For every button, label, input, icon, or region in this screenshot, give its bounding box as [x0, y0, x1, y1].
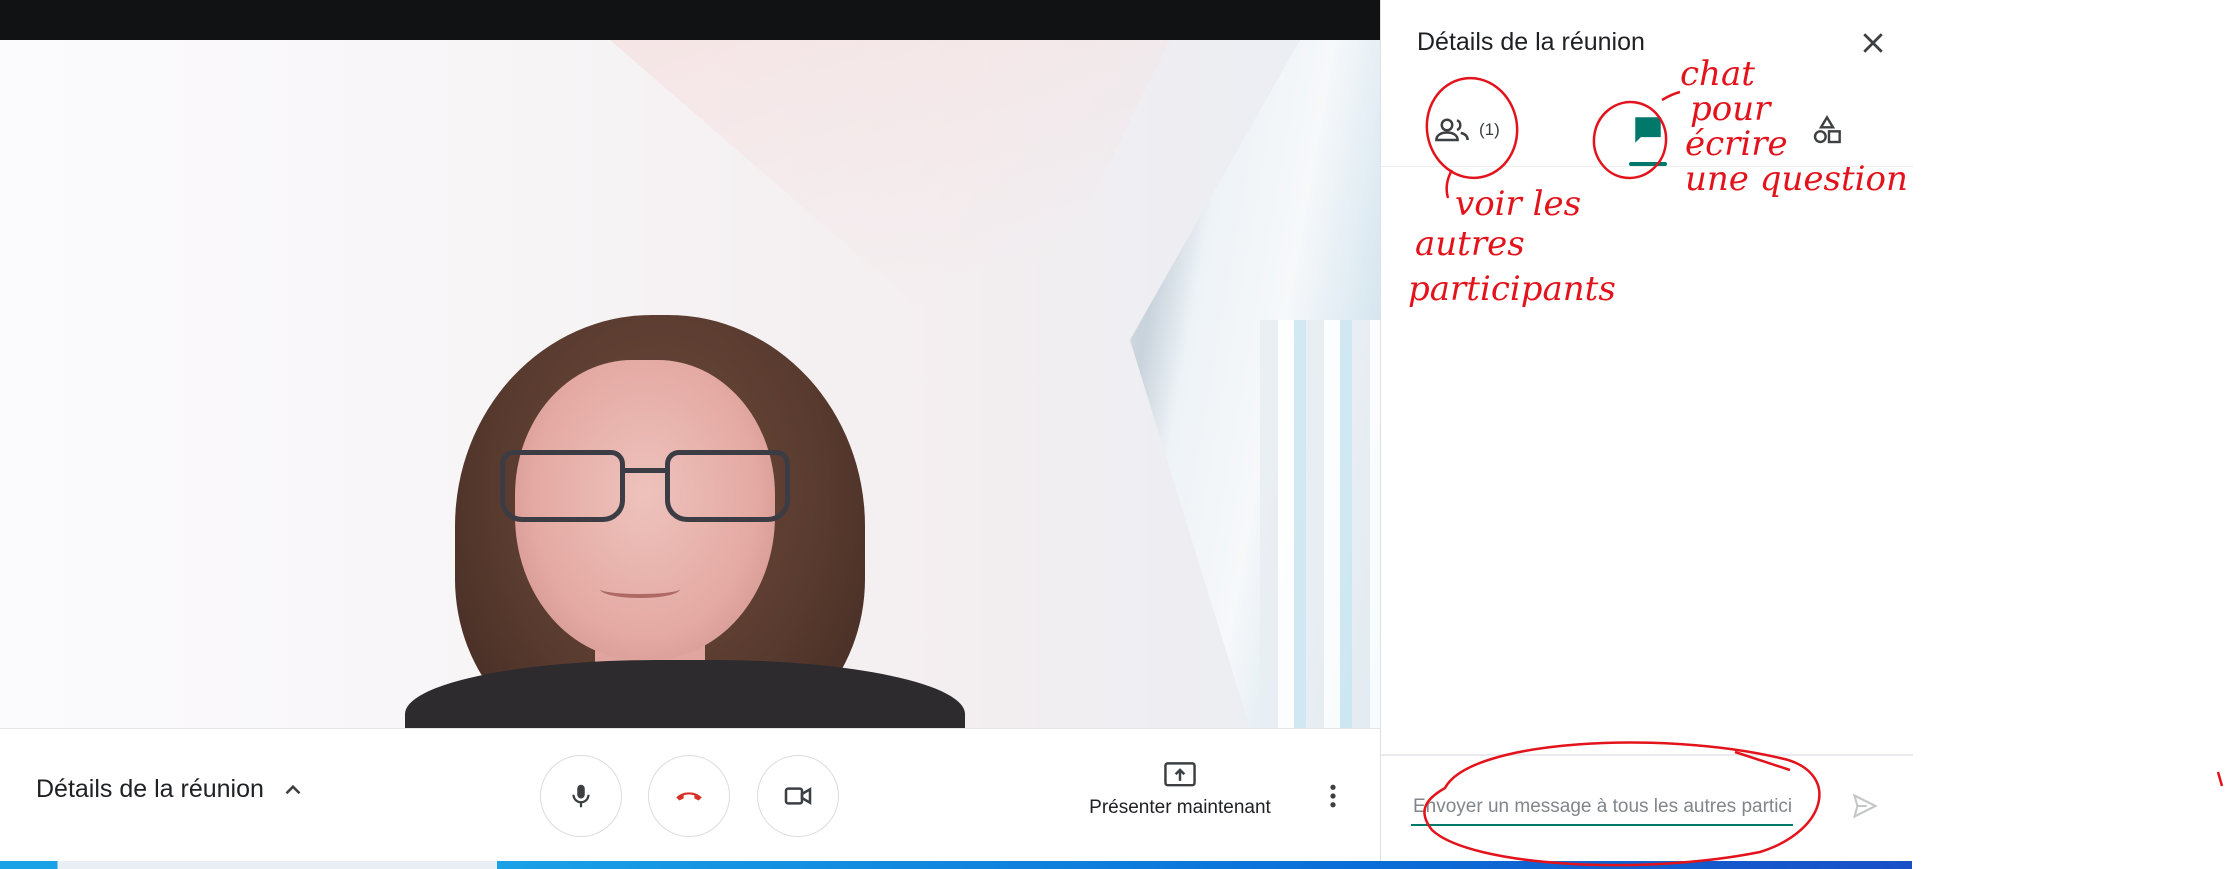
more-options-button[interactable]: [1318, 779, 1348, 813]
camera-icon: [784, 787, 812, 805]
panel-title: Détails de la réunion: [1417, 28, 1645, 56]
video-background-curtain: [1260, 320, 1380, 728]
meeting-details-button[interactable]: Détails de la réunion: [36, 775, 306, 804]
tab-chat[interactable]: [1629, 105, 1667, 166]
hangup-icon: [676, 792, 702, 801]
microphone-button[interactable]: [540, 755, 622, 837]
meeting-details-label: Détails de la réunion: [36, 775, 264, 803]
shapes-icon: [1813, 115, 1841, 144]
tab-people[interactable]: (1): [1433, 105, 1500, 155]
video-top-bar: [0, 0, 1380, 40]
close-icon: [1863, 33, 1883, 53]
call-controls-bar: Détails de la réunion Présenter maintena…: [0, 728, 1380, 862]
send-message-button[interactable]: [1849, 792, 1883, 822]
participant-glasses: [495, 450, 795, 522]
send-icon: [1852, 793, 1878, 819]
present-now-label: Présenter maintenant: [1089, 797, 1271, 818]
people-icon: [1435, 118, 1469, 142]
hang-up-button[interactable]: [648, 755, 730, 837]
camera-button[interactable]: [757, 755, 839, 837]
tab-activities[interactable]: [1811, 105, 1843, 155]
participant-mouth: [600, 580, 680, 598]
meeting-details-panel: Détails de la réunion (1): [1380, 0, 1913, 861]
more-vert-icon: [1330, 784, 1336, 808]
participant-person: [405, 275, 965, 728]
taskbar-strip: [0, 861, 1912, 869]
participant-count: (1): [1479, 120, 1500, 139]
mic-icon: [572, 784, 590, 808]
present-now-button[interactable]: Présenter maintenant: [1080, 759, 1280, 819]
self-video-feed: [0, 40, 1380, 728]
tabs-divider: [1381, 166, 1913, 167]
chat-icon: [1635, 117, 1661, 143]
composer-divider: [1381, 754, 1913, 756]
close-panel-button[interactable]: [1858, 28, 1888, 58]
chat-message-input[interactable]: [1411, 790, 1793, 826]
chevron-up-icon: [285, 784, 301, 794]
present-screen-icon: [1164, 762, 1196, 787]
